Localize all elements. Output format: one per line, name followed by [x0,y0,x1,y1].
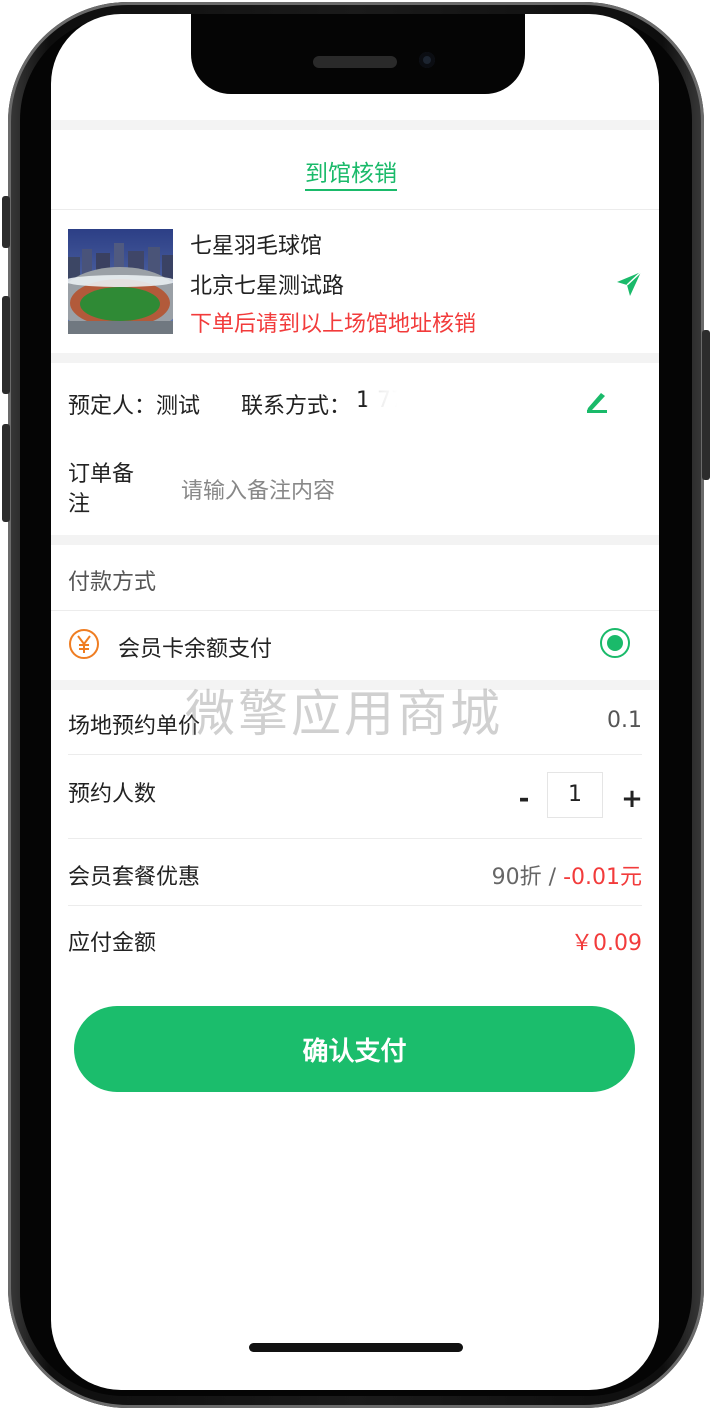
payment-method-label: 会员卡余额支付 [118,637,273,662]
venue-name: 七星羽毛球馆 [190,234,323,259]
remark-input[interactable] [181,474,581,508]
discount-separator: / [548,865,557,890]
venue-address: 北京七星测试路 [190,274,345,299]
section-gap [51,353,659,363]
discount-amount: -0.01元 [563,865,642,890]
navigate-icon[interactable] [615,270,643,298]
speaker-grille [313,56,397,68]
payable-label: 应付金额 [68,931,157,956]
phone-screen: 到馆核销 七星羽毛球馆 北京七星测试路 下单后请到以上场馆地址核销 预定人：测试… [51,14,659,1390]
yen-icon [68,628,100,660]
edit-icon[interactable] [584,388,610,414]
booker-name: 测试 [156,394,201,419]
payable-amount: ￥0.09 [571,931,642,956]
people-count-label: 预约人数 [68,782,157,807]
contact-label: 联系方式： [241,394,352,419]
decrease-button[interactable]: - [511,784,537,814]
mute-switch [2,196,10,248]
discount-value: 90折 / -0.01元 [492,859,642,891]
confirm-pay-button[interactable]: 确认支付 [74,1006,635,1092]
volume-down-button [2,424,10,522]
section-gap [51,680,659,690]
front-camera [419,52,435,68]
phone-notch [191,14,525,94]
payment-radio-selected[interactable] [600,628,630,658]
discount-rate: 90折 [491,865,542,890]
unit-price-label: 场地预约单价 [68,714,201,739]
unit-price-value: 0.1 [607,708,642,733]
section-gap [51,535,659,545]
remark-label: 订单备注 [68,462,135,517]
section-gap [51,120,659,130]
page-title[interactable]: 到馆核销 [305,154,397,191]
divider [51,209,659,210]
divider [68,754,642,755]
contact-blur-mask [366,386,470,416]
increase-button[interactable]: + [619,784,645,814]
divider [68,838,642,839]
payment-section-title: 付款方式 [68,570,157,595]
power-button [702,330,710,480]
home-indicator [249,1343,463,1352]
booker-info: 预定人：测试 [68,388,200,420]
discount-label: 会员套餐优惠 [68,865,201,890]
venue-image [68,229,173,334]
divider [68,905,642,906]
volume-up-button [2,296,10,394]
quantity-field[interactable]: 1 [547,772,603,818]
verification-note: 下单后请到以上场馆地址核销 [190,312,477,337]
booker-label: 预定人： [68,394,157,419]
